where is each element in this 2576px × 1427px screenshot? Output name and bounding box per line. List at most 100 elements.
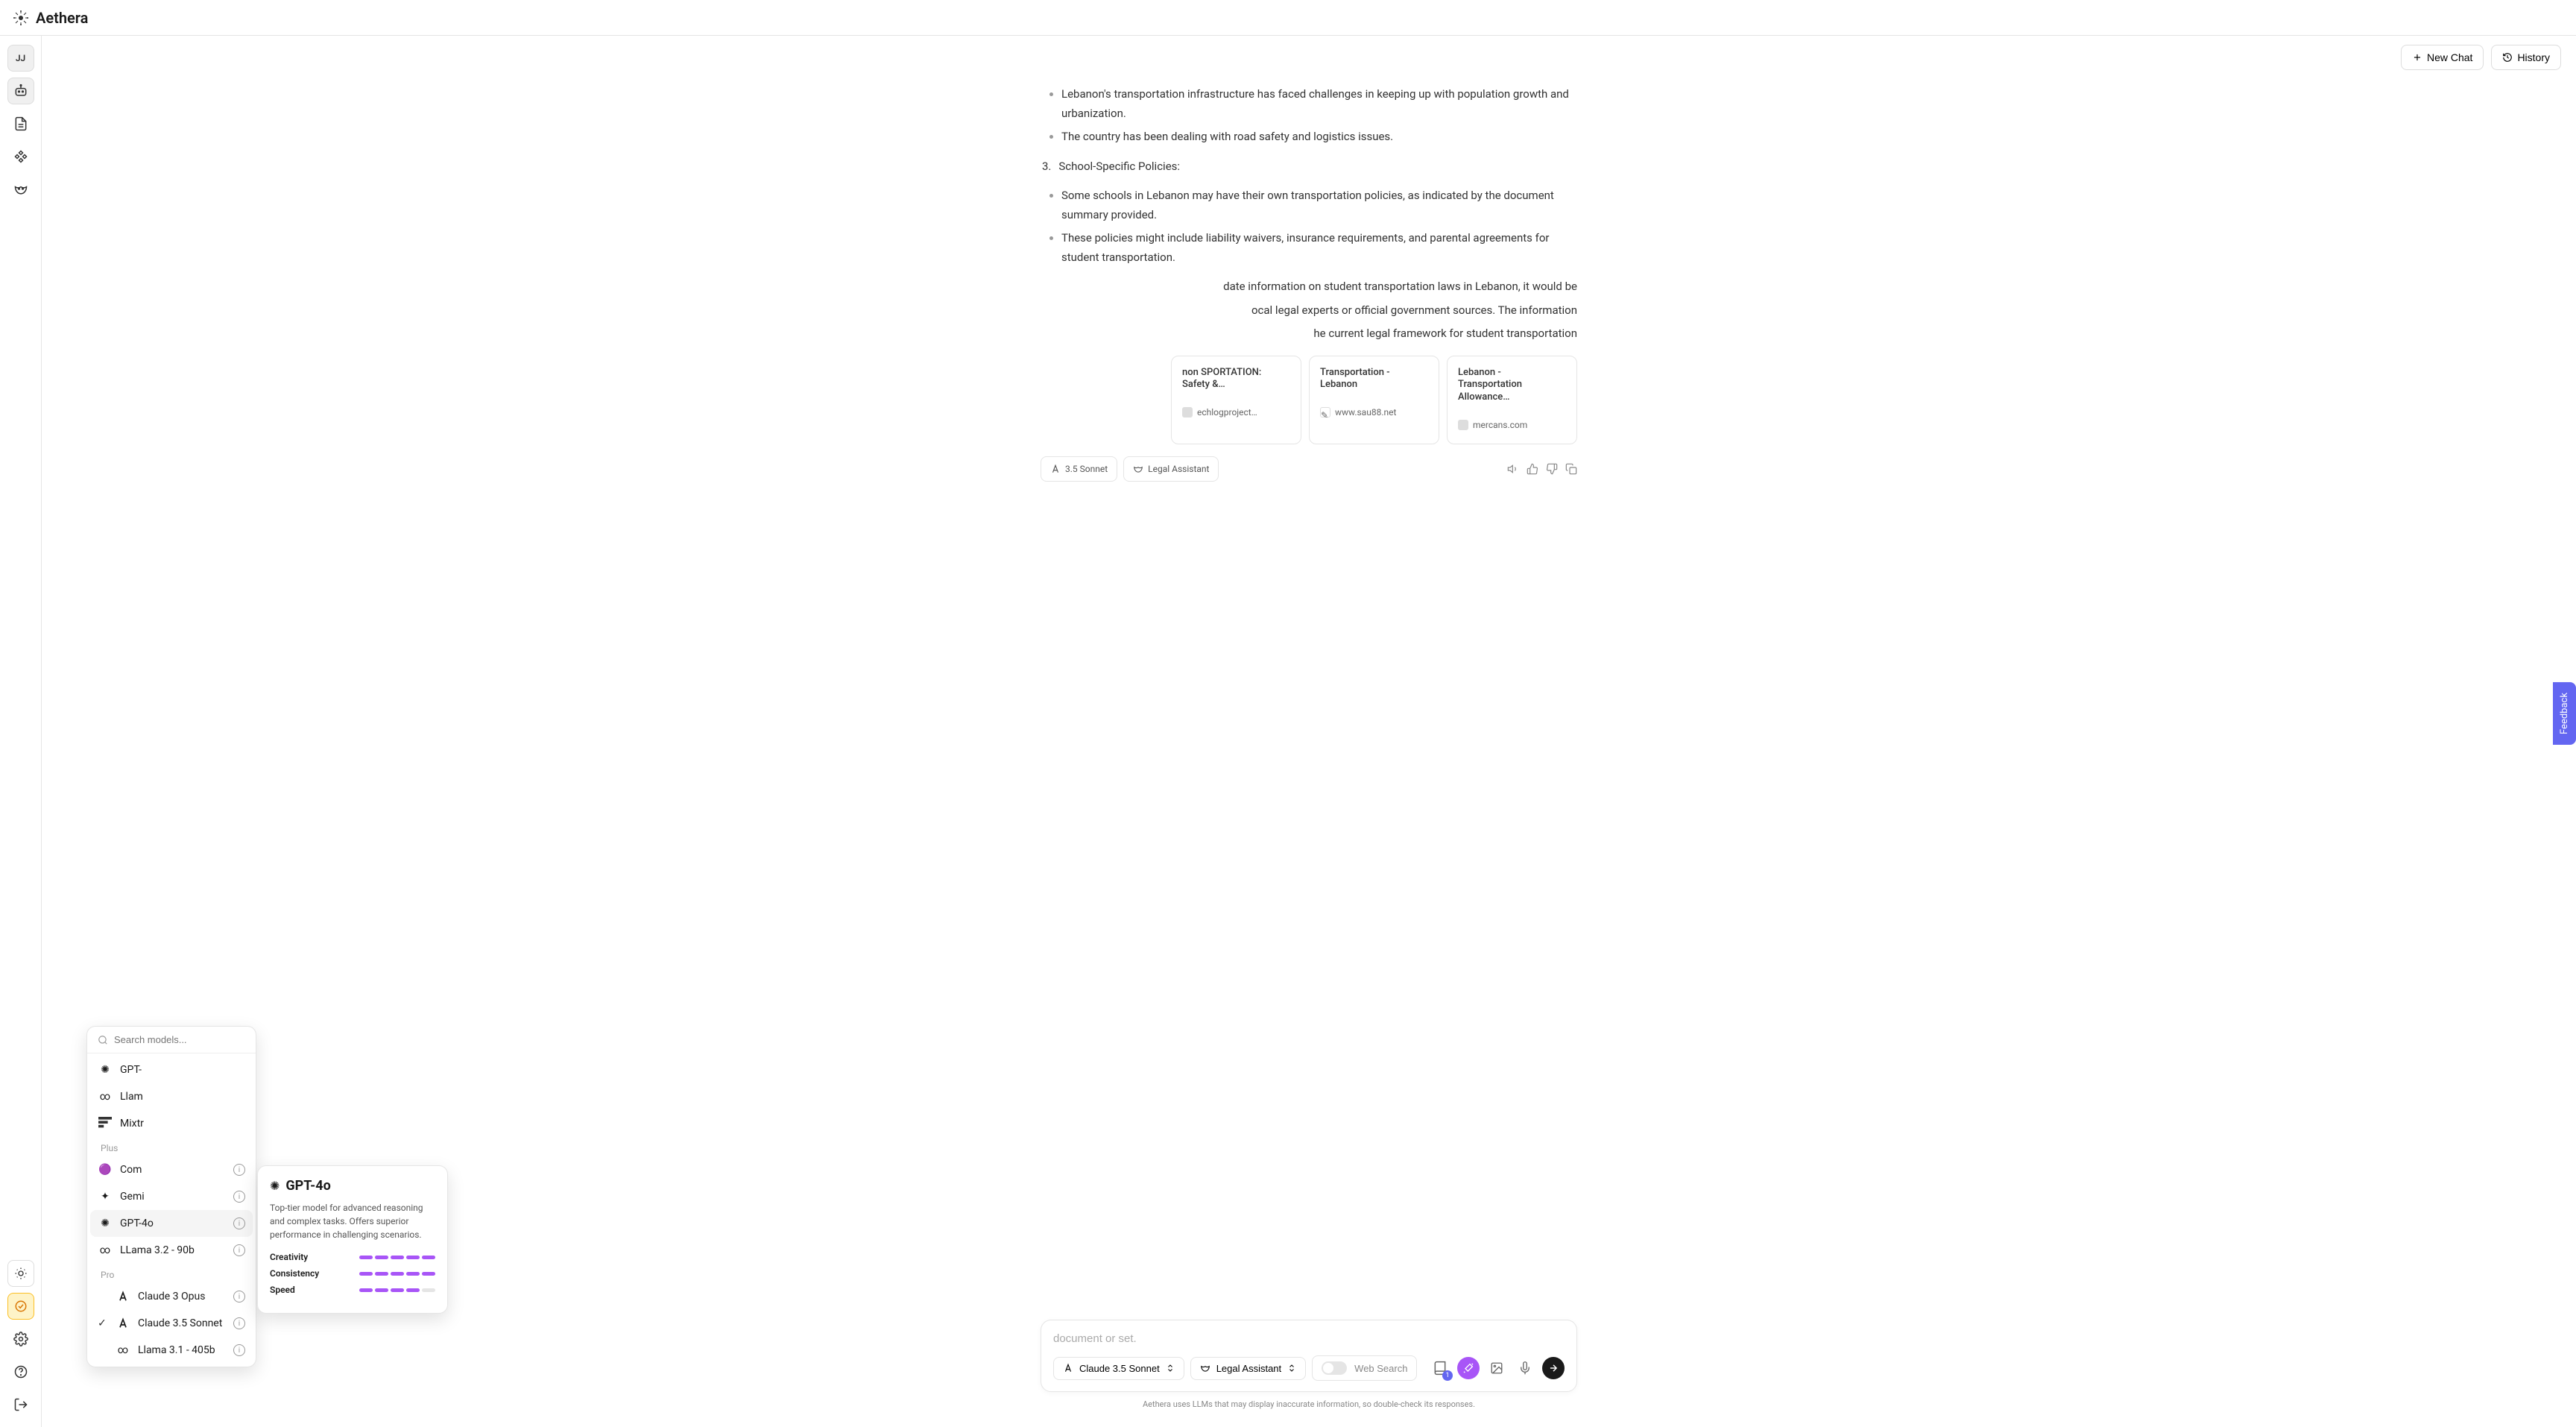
sidebar-item-apps[interactable] — [7, 143, 34, 170]
openai-icon: ✺ — [270, 1179, 280, 1193]
favicon-icon — [1182, 407, 1193, 418]
tooltip-metric: Speed — [270, 1285, 435, 1295]
info-icon[interactable]: i — [233, 1244, 245, 1256]
speaker-icon — [1507, 463, 1519, 475]
search-icon — [98, 1035, 108, 1045]
new-chat-button[interactable]: New Chat — [2401, 45, 2484, 70]
content-header: New Chat History — [42, 36, 2576, 79]
model-item[interactable]: ✺GPT- — [90, 1056, 253, 1083]
brand-name: Aethera — [36, 9, 88, 27]
paragraph-fragment: he current legal framework for student t… — [1041, 324, 1577, 344]
wand-icon — [1462, 1362, 1474, 1374]
meta-icon: ∞ — [116, 1343, 130, 1358]
logout-icon — [13, 1397, 28, 1412]
speak-button[interactable] — [1507, 463, 1519, 475]
assistant-chip[interactable]: Legal Assistant — [1123, 456, 1219, 482]
toggle[interactable] — [1322, 1361, 1347, 1375]
model-item[interactable]: 🟣Comi — [90, 1156, 253, 1183]
sidebar-item-settings[interactable] — [7, 1326, 34, 1352]
plus-icon — [2412, 52, 2422, 63]
gemini-icon: ✦ — [98, 1189, 113, 1204]
mic-button[interactable] — [1514, 1357, 1536, 1379]
model-item[interactable]: ∞Llama 3.1 - 405bi — [90, 1337, 253, 1364]
model-search-input[interactable] — [114, 1034, 245, 1045]
library-button[interactable]: 1 — [1429, 1357, 1451, 1379]
model-item-gpt4o[interactable]: ✺GPT-4oi — [90, 1210, 253, 1237]
sidebar-item-tasks[interactable] — [7, 1293, 34, 1320]
anthropic-icon — [1050, 464, 1061, 474]
model-item[interactable]: ∞LLama 3.2 - 90bi — [90, 1237, 253, 1264]
meta-icon: ∞ — [98, 1089, 113, 1104]
paragraph-fragment: ocal legal experts or official governmen… — [1041, 301, 1577, 321]
sidebar-item-chat[interactable] — [7, 78, 34, 104]
image-button[interactable] — [1486, 1357, 1508, 1379]
group-label: Pro — [90, 1264, 253, 1283]
model-item[interactable]: ∞Llam — [90, 1083, 253, 1110]
model-list[interactable]: ✺GPT- ∞Llam Mixtr Plus 🟣Comi ✦Gemii ✺GPT… — [87, 1053, 256, 1367]
sidebar-item-persona[interactable] — [7, 176, 34, 203]
source-card[interactable]: Transportation - Lebanon ✎www.sau88.net — [1309, 356, 1439, 444]
list-item: Some schools in Lebanon may have their o… — [1061, 186, 1577, 224]
composer: Claude 3.5 Sonnet Legal Assistant Web Se… — [1041, 1320, 1577, 1392]
assistant-message: Lebanon's transportation infrastructure … — [1041, 85, 1577, 482]
magic-button[interactable] — [1457, 1357, 1480, 1379]
info-icon[interactable]: i — [233, 1291, 245, 1302]
model-chip[interactable]: 3.5 Sonnet — [1041, 456, 1117, 482]
sidebar-item-logout[interactable] — [7, 1391, 34, 1418]
meta-icon: ∞ — [98, 1243, 113, 1258]
list-item: These policies might include liability w… — [1061, 229, 1577, 267]
thumbs-down-button[interactable] — [1546, 463, 1558, 475]
tooltip-title: GPT-4o — [285, 1178, 330, 1194]
favicon-icon: ✎ — [1320, 407, 1330, 418]
model-item[interactable]: Mixtr — [90, 1110, 253, 1137]
model-item-disabled: ✺OpenAI o1i — [90, 1364, 253, 1367]
brand-logo[interactable]: Aethera — [12, 9, 88, 27]
history-button[interactable]: History — [2491, 45, 2561, 70]
model-popup: ✺GPT- ∞Llam Mixtr Plus 🟣Comi ✦Gemii ✺GPT… — [86, 1026, 256, 1367]
mask-icon — [1200, 1363, 1210, 1373]
message-input[interactable] — [1053, 1332, 1565, 1345]
send-button[interactable] — [1542, 1357, 1565, 1379]
anthropic-icon — [116, 1289, 130, 1304]
copy-button[interactable] — [1565, 463, 1577, 475]
paragraph-fragment: date information on student transportati… — [1041, 277, 1577, 297]
source-card[interactable]: non SPORTATION: Safety &… echlogproject… — [1171, 356, 1301, 444]
source-cards: non SPORTATION: Safety &… echlogproject…… — [1041, 356, 1577, 444]
check-icon: ✓ — [98, 1317, 108, 1329]
image-icon — [1490, 1361, 1503, 1375]
mask-icon — [1133, 464, 1143, 474]
web-search-toggle[interactable]: Web Search — [1312, 1355, 1417, 1381]
info-icon[interactable]: i — [233, 1191, 245, 1203]
badge: 1 — [1442, 1370, 1453, 1381]
sidebar-item-theme[interactable] — [7, 1260, 34, 1287]
chevron-updown-icon — [1287, 1364, 1296, 1373]
thumbs-up-button[interactable] — [1527, 463, 1538, 475]
anthropic-icon — [1063, 1363, 1073, 1373]
user-avatar[interactable]: JJ — [7, 45, 34, 72]
diamond-grid-icon — [13, 149, 28, 164]
assistant-selector[interactable]: Legal Assistant — [1190, 1357, 1306, 1380]
brand-icon — [12, 9, 30, 27]
model-item-selected[interactable]: ✓Claude 3.5 Sonneti — [90, 1310, 253, 1337]
info-icon[interactable]: i — [233, 1164, 245, 1176]
thumbs-up-icon — [1527, 463, 1538, 475]
source-card[interactable]: Lebanon - Transportation Allowance… merc… — [1447, 356, 1577, 444]
model-item[interactable]: ✦Gemii — [90, 1183, 253, 1210]
gear-icon — [13, 1332, 28, 1346]
sidebar-item-help[interactable] — [7, 1358, 34, 1385]
chevron-updown-icon — [1166, 1364, 1175, 1373]
info-icon[interactable]: i — [233, 1317, 245, 1329]
chat-area: Lebanon's transportation infrastructure … — [42, 79, 2576, 1312]
model-item[interactable]: Claude 3 Opusi — [90, 1283, 253, 1310]
check-circle-icon — [14, 1300, 28, 1313]
tooltip-desc: Top-tier model for advanced reasoning an… — [270, 1201, 435, 1241]
info-icon[interactable]: i — [233, 1217, 245, 1229]
model-selector[interactable]: Claude 3.5 Sonnet — [1053, 1357, 1184, 1380]
sidebar-item-documents[interactable] — [7, 110, 34, 137]
sun-icon — [14, 1267, 28, 1280]
message-footer: 3.5 Sonnet Legal Assistant — [1041, 456, 1577, 482]
command-icon: 🟣 — [98, 1162, 113, 1177]
openai-icon: ✺ — [98, 1216, 113, 1231]
feedback-tab[interactable]: Feedback — [2553, 682, 2576, 745]
info-icon[interactable]: i — [233, 1344, 245, 1356]
